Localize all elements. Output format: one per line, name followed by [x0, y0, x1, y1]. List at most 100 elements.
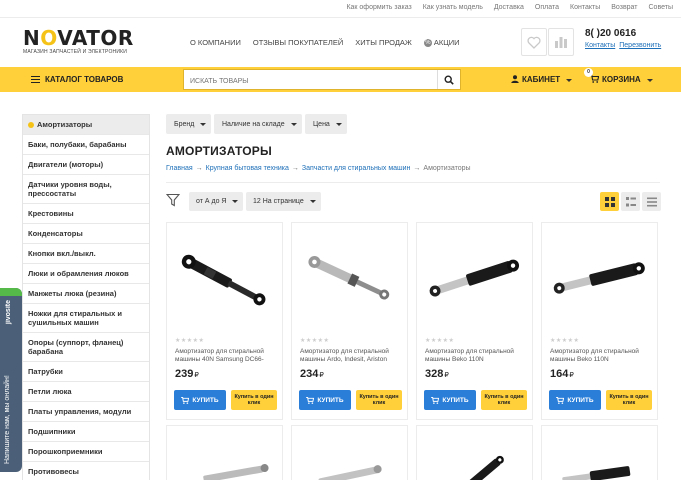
product-name[interactable]: Амортизатор для стиральной машины Beko 1… — [550, 348, 654, 364]
sidebar-item-bearings[interactable]: Подшипники — [23, 422, 149, 442]
logo-wordmark: NOVATOR — [23, 26, 134, 50]
price-value: 239 — [175, 368, 194, 380]
user-icon — [511, 75, 519, 83]
cabinet-button[interactable]: КАБИНЕТ — [511, 75, 573, 84]
one-click-buy-button[interactable]: Купить в один клик — [231, 390, 277, 410]
product-card[interactable] — [166, 425, 283, 480]
buy-button[interactable]: КУПИТЬ — [174, 390, 226, 410]
sidebar-item-hinges[interactable]: Петли люка — [23, 382, 149, 402]
nav-hits[interactable]: ХИТЫ ПРОДАЖ — [355, 38, 412, 47]
product-image[interactable] — [548, 454, 652, 480]
sidebar-item-tanks[interactable]: Баки, полубаки, барабаны — [23, 135, 149, 155]
product-name[interactable]: Амортизатор для стиральной машины Beko 1… — [425, 348, 529, 364]
header-nav: О КОМПАНИИ ОТЗЫВЫ ПОКУПАТЕЛЕЙ ХИТЫ ПРОДА… — [190, 38, 484, 48]
sidebar-item-pipes[interactable]: Патрубки — [23, 362, 149, 382]
online-chat-tab[interactable]: jivosite Напишите нам, мы онлайн! — [0, 288, 22, 472]
sidebar-item-shock-absorbers[interactable]: Амортизаторы — [23, 115, 149, 135]
nav-about[interactable]: О КОМПАНИИ — [190, 38, 241, 47]
product-card[interactable] — [416, 425, 533, 480]
product-image[interactable] — [173, 454, 277, 480]
grid-view-icon — [604, 196, 615, 207]
tile-list-view-icon — [625, 196, 636, 206]
filter-stock[interactable]: Наличие на складе — [214, 114, 302, 134]
product-name[interactable]: Амортизатор для стиральной машины Ardo, … — [300, 348, 404, 364]
cart-button[interactable]: 0 КОРЗИНА — [584, 68, 653, 84]
buy-button[interactable]: КУПИТЬ — [549, 390, 601, 410]
per-page-select[interactable]: 12 На странице — [246, 192, 321, 211]
top-link-returns[interactable]: Возврат — [611, 4, 637, 11]
sidebar-item-hatches[interactable]: Люки и обрамления люков — [23, 264, 149, 284]
buy-button[interactable]: КУПИТЬ — [424, 390, 476, 410]
site-logo[interactable]: NOVATOR МАГАЗИН ЗАПЧАСТЕЙ И ЭЛЕКТРОНИКИ — [23, 28, 134, 55]
breadcrumb-appliances[interactable]: Крупная бытовая техника — [206, 165, 289, 172]
sidebar-item-cuffs[interactable]: Манжеты люка (резина) — [23, 284, 149, 304]
product-image[interactable] — [173, 233, 277, 323]
product-price: 239₽ — [175, 368, 199, 380]
sidebar-item-buttons[interactable]: Кнопки вкл./выкл. — [23, 244, 149, 264]
product-name[interactable]: Амортизатор для стиральной машины 40N Sa… — [175, 348, 279, 364]
logo-tagline: МАГАЗИН ЗАПЧАСТЕЙ И ЭЛЕКТРОНИКИ — [23, 49, 128, 55]
product-card[interactable] — [541, 425, 658, 480]
main-nav-bar: КАТАЛОГ ТОВАРОВ КАБИНЕТ 0 КОРЗИНА — [0, 67, 681, 92]
view-list-button[interactable] — [642, 192, 661, 211]
one-click-buy-button[interactable]: Купить в один клик — [356, 390, 402, 410]
one-click-buy-button[interactable]: Купить в один клик — [481, 390, 527, 410]
compare-bars-icon — [555, 37, 567, 48]
product-image[interactable] — [423, 233, 527, 323]
price-value: 164 — [550, 368, 569, 380]
search-box — [183, 69, 461, 91]
search-input[interactable] — [184, 72, 424, 91]
sidebar-item-dispensers[interactable]: Порошкоприемники — [23, 442, 149, 462]
buy-button[interactable]: КУПИТЬ — [299, 390, 351, 410]
sidebar-item-supports[interactable]: Опоры (суппорт, фланец) барабана — [23, 333, 149, 362]
catalog-button[interactable]: КАТАЛОГ ТОВАРОВ — [31, 75, 123, 84]
chevron-down-icon — [646, 79, 653, 82]
breadcrumb-home[interactable]: Главная — [166, 165, 193, 172]
nav-reviews[interactable]: ОТЗЫВЫ ПОКУПАТЕЛЕЙ — [253, 38, 343, 47]
product-card[interactable]: ★★★★★ Амортизатор для стиральной машины … — [291, 222, 408, 420]
filter-price[interactable]: Цена — [305, 114, 347, 134]
sidebar-item-label: Кнопки вкл./выкл. — [28, 249, 96, 258]
page-title: АМОРТИЗАТОРЫ — [166, 144, 272, 158]
compare-button[interactable] — [548, 28, 574, 56]
product-card[interactable] — [291, 425, 408, 480]
product-image[interactable] — [298, 233, 402, 323]
top-link-delivery[interactable]: Доставка — [494, 4, 524, 11]
product-image[interactable] — [298, 454, 402, 480]
callback-link[interactable]: Перезвонить — [619, 42, 661, 49]
phone-number[interactable]: 8( )20 0616 — [585, 28, 665, 39]
sidebar-item-boards[interactable]: Платы управления, модули — [23, 402, 149, 422]
sidebar-item-crosspieces[interactable]: Крестовины — [23, 204, 149, 224]
sort-order-select[interactable]: от А до Я — [189, 192, 243, 211]
nav-promo[interactable]: % АКЦИИ — [423, 38, 472, 48]
favorites-button[interactable] — [521, 28, 547, 56]
view-grid-button[interactable] — [600, 192, 619, 211]
breadcrumb-washer-parts[interactable]: Запчасти для стиральных машин — [302, 165, 411, 172]
top-link-find-model[interactable]: Как узнать модель — [423, 4, 483, 11]
product-image[interactable] — [548, 233, 652, 323]
product-card[interactable]: ★★★★★ Амортизатор для стиральной машины … — [541, 222, 658, 420]
sidebar-item-water-sensors[interactable]: Датчики уровня воды, прессостаты — [23, 175, 149, 204]
phone-links: Контакты Перезвонить — [585, 42, 665, 49]
sidebar-item-feet[interactable]: Ножки для стиральных и сушильных машин — [23, 304, 149, 333]
product-image[interactable] — [423, 454, 527, 480]
top-link-tips[interactable]: Советы — [649, 4, 674, 11]
filter-toggle[interactable] — [165, 193, 181, 212]
product-card[interactable]: ★★★★★ Амортизатор для стиральной машины … — [416, 222, 533, 420]
breadcrumb-arrow: → — [291, 165, 299, 172]
top-link-how-to-order[interactable]: Как оформить заказ — [346, 4, 411, 11]
breadcrumb-arrow: → — [413, 165, 421, 172]
sidebar-item-motors[interactable]: Двигатели (моторы) — [23, 155, 149, 175]
filter-brand[interactable]: Бренд — [166, 114, 211, 134]
one-click-buy-button[interactable]: Купить в один клик — [606, 390, 652, 410]
top-link-contacts[interactable]: Контакты — [570, 4, 600, 11]
product-card[interactable]: ★★★★★ Амортизатор для стиральной машины … — [166, 222, 283, 420]
top-link-payment[interactable]: Оплата — [535, 4, 559, 11]
sidebar-item-capacitors[interactable]: Конденсаторы — [23, 224, 149, 244]
sidebar-item-counterweights[interactable]: Противовесы — [23, 462, 149, 480]
search-button[interactable] — [437, 70, 460, 89]
cart-icon — [431, 396, 440, 404]
contacts-link[interactable]: Контакты — [585, 42, 615, 49]
sidebar-item-label: Крестовины — [28, 209, 74, 218]
view-tiles-button[interactable] — [621, 192, 640, 211]
